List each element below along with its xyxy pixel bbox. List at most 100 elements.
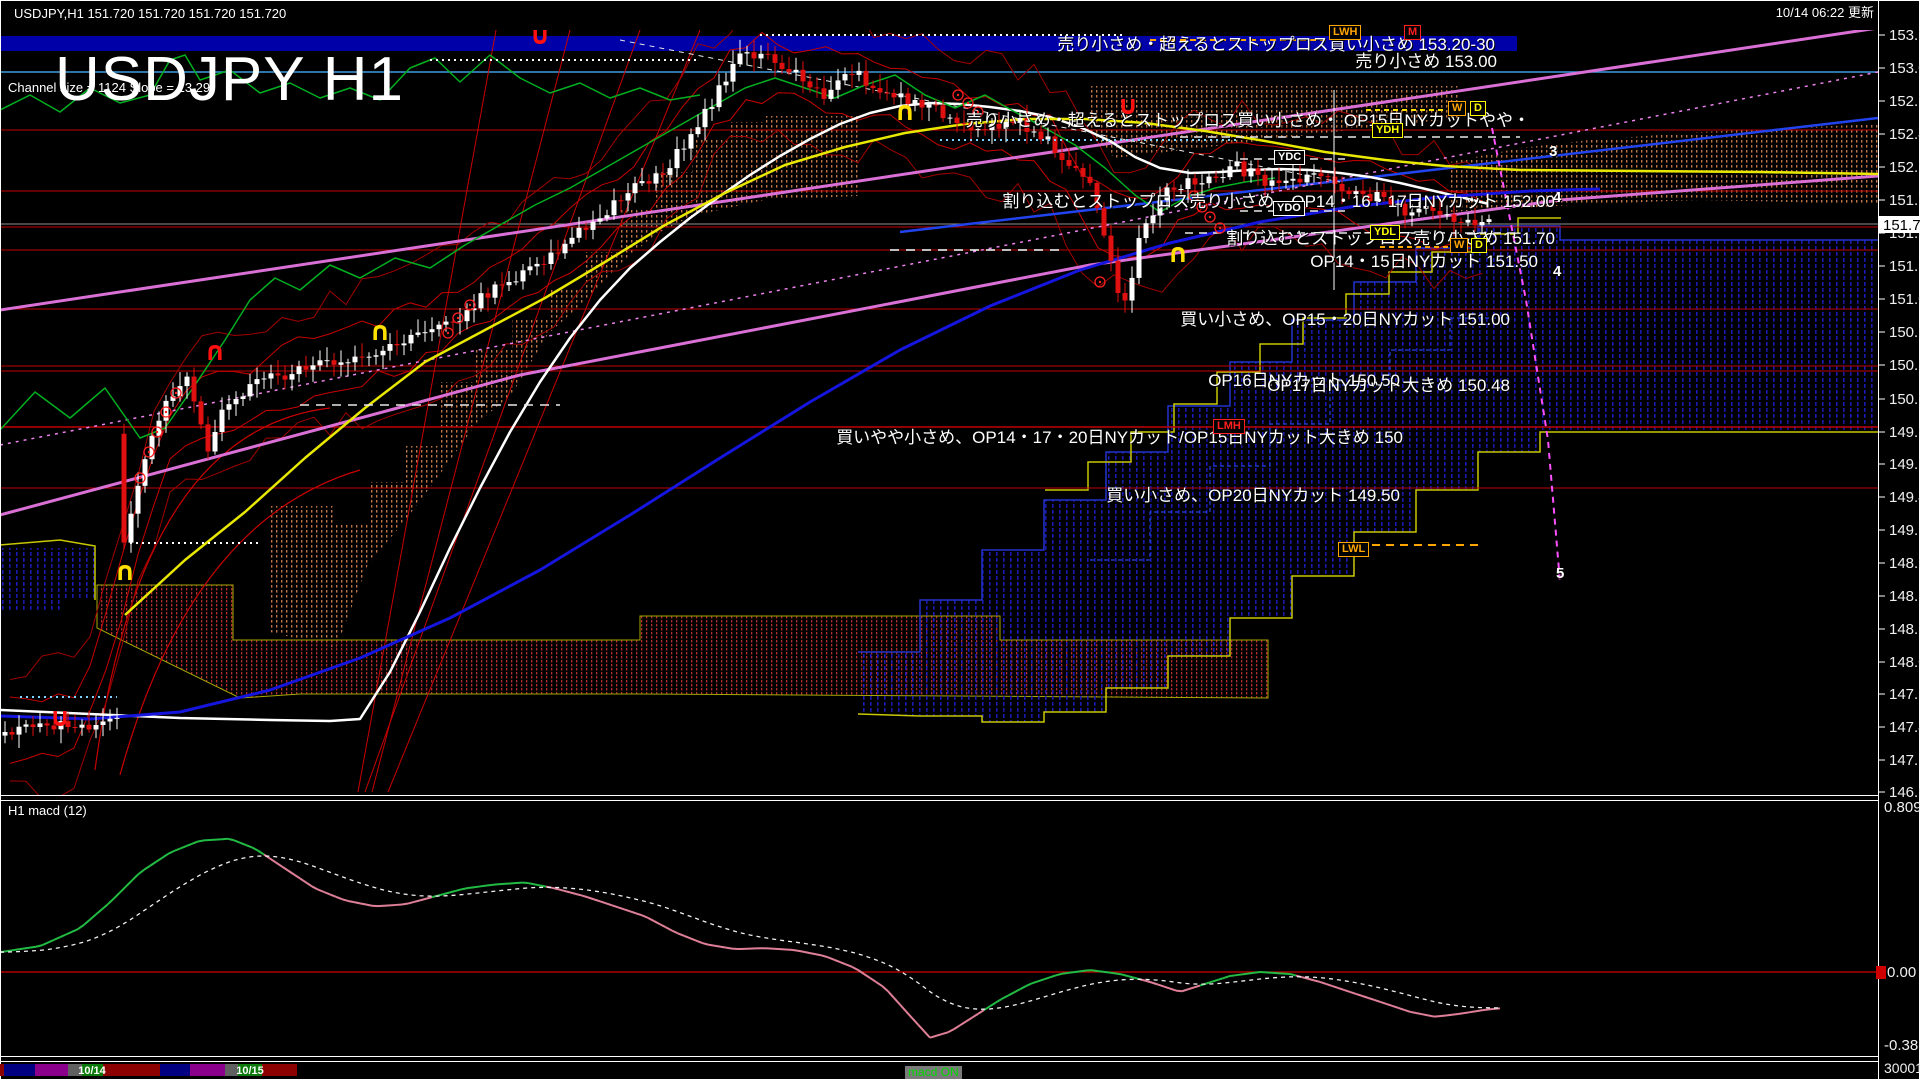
candle-body <box>878 88 883 92</box>
macd-line-segment <box>690 938 696 940</box>
price-tick-label: 153.035 <box>1889 60 1920 77</box>
macd-line-segment <box>1362 996 1368 998</box>
price-tick-label: 149.420 <box>1889 489 1920 506</box>
candle-body <box>528 266 533 270</box>
macd-line-segment <box>966 1018 972 1022</box>
candle-body <box>108 719 113 722</box>
candle-body <box>17 727 22 735</box>
price-tick-label: 148.030 <box>1889 654 1920 671</box>
trade-marker-dot <box>469 304 471 306</box>
macd-line-segment <box>240 843 246 845</box>
annotation-text: 買い小さめ、OP20日NYカット 149.50 <box>1106 487 1400 505</box>
candle-body <box>1228 166 1233 177</box>
ichimoku-clouds-layer <box>0 86 1878 722</box>
macd-line-segment <box>414 900 420 902</box>
macd-line-segment <box>420 899 426 901</box>
candle-body <box>262 379 267 380</box>
macd-line-segment <box>90 914 96 919</box>
macd-line-segment <box>1392 1006 1398 1008</box>
macd-line-segment <box>1008 992 1014 995</box>
macd-line-segment <box>1476 1010 1482 1011</box>
candle-body <box>675 149 680 168</box>
macd-line-segment <box>150 862 156 866</box>
macd-line-segment <box>270 859 276 863</box>
candle-body <box>185 377 190 387</box>
candle-body <box>304 366 309 369</box>
macd-line-segment <box>1104 972 1110 973</box>
macd-line-segment <box>156 858 162 862</box>
candle-body <box>619 200 624 201</box>
macd-line-segment <box>336 897 342 899</box>
candle-body <box>745 52 750 53</box>
candle-body <box>948 118 953 119</box>
macd-line-segment <box>876 982 882 986</box>
macd-line-segment <box>918 1025 924 1032</box>
yellow-horseshoe-icon: ∩ <box>369 317 390 347</box>
macd-indicator-label: H1 macd (12) <box>8 803 87 818</box>
macd-line-segment <box>990 1002 996 1006</box>
candle-body <box>24 724 29 726</box>
macd-line-segment <box>492 884 498 885</box>
candle-body <box>570 238 575 244</box>
macd-line-segment <box>1464 1012 1470 1013</box>
macd-line-segment <box>1026 983 1032 986</box>
macd-line-segment <box>162 854 168 858</box>
macd-line-segment <box>1176 991 1182 992</box>
candle-body <box>122 434 127 543</box>
window-title: USDJPY,H1 151.720 151.720 151.720 151.72… <box>14 6 286 21</box>
candle-body <box>1480 222 1485 225</box>
price-tick-label: 151.365 <box>1889 258 1920 275</box>
macd-line-segment <box>534 884 540 885</box>
macd-line-segment <box>192 841 198 843</box>
timeline-date-label: 10/15 <box>236 1065 264 1077</box>
candle-body <box>829 90 834 99</box>
macd-line-segment <box>1098 971 1104 972</box>
macd-line-segment <box>948 1029 954 1032</box>
candle-body <box>507 282 512 285</box>
candle-body <box>248 384 253 396</box>
candle-body <box>129 514 134 543</box>
macd-line-segment <box>402 904 408 905</box>
macd-line-segment <box>1224 976 1230 978</box>
candle-body <box>605 215 610 218</box>
annotation-text: 買い小さめ、OP15・20日NYカット 151.00 <box>1180 311 1510 329</box>
candle-body <box>626 193 631 200</box>
macd-line-segment <box>1110 973 1116 974</box>
macd-line-segment <box>924 1031 930 1038</box>
macd-line-segment <box>1320 982 1326 984</box>
macd-line-segment <box>1350 992 1356 994</box>
candle-body <box>1487 219 1492 222</box>
macd-line-segment <box>1422 1014 1428 1015</box>
candle-body <box>1144 223 1149 238</box>
chart-canvas[interactable]: ∪∪∩∪∩∩∩∪∩153.315153.035152.755152.480152… <box>0 0 1920 1080</box>
price-tick-label: 152.755 <box>1889 93 1920 110</box>
candle-body <box>703 109 708 127</box>
macd-line-segment <box>1440 1015 1446 1016</box>
macd-line-segment <box>72 929 78 932</box>
candle-body <box>787 69 792 72</box>
macd-line-segment <box>696 941 702 943</box>
price-axis[interactable]: 153.315153.035152.755152.480152.200151.9… <box>1878 27 1920 801</box>
macd-line-segment <box>624 909 630 911</box>
macd-line-segment <box>126 880 132 886</box>
candle-body <box>94 725 99 730</box>
macd-line-segment <box>630 911 636 913</box>
macd-line-segment <box>306 882 312 886</box>
candle-body <box>885 93 890 94</box>
macd-line-segment <box>1446 1015 1452 1016</box>
macd-line-segment <box>864 974 870 978</box>
candle-body <box>731 64 736 82</box>
candle-body <box>1256 168 1261 175</box>
candle-body <box>836 80 841 89</box>
annotation-text: OP14・15日NYカット 151.50 <box>1310 253 1538 271</box>
price-tick-label: 148.865 <box>1889 555 1920 572</box>
candle-body <box>199 401 204 424</box>
macd-line-segment <box>1074 971 1080 972</box>
candle-body <box>87 725 92 730</box>
macd-line-segment <box>468 887 474 888</box>
candle-body <box>941 105 946 118</box>
level-badge-lmh: LMH <box>1213 419 1245 434</box>
macd-zero-label: 0.00 <box>1887 964 1916 981</box>
trade-marker-dot <box>1099 281 1101 283</box>
candle-body <box>1193 178 1198 184</box>
